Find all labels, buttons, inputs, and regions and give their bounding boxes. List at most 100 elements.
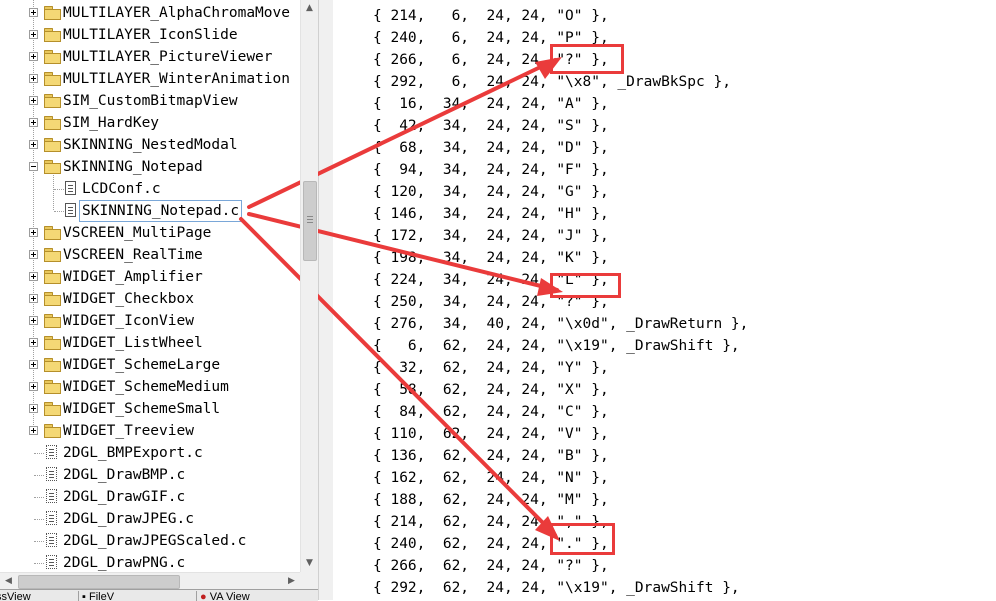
tree-folder-item[interactable]: SIM_CustomBitmapView xyxy=(0,90,300,112)
tree-item-label: LCDConf.c xyxy=(82,181,161,197)
expand-icon[interactable] xyxy=(29,404,38,413)
grip-icon xyxy=(307,216,313,217)
tree-item-label: WIDGET_Checkbox xyxy=(63,291,194,307)
tree-guide-line xyxy=(34,497,44,498)
tree-file-item[interactable]: 2DGL_DrawBMP.c xyxy=(0,464,300,486)
tree-folder-item[interactable]: WIDGET_Checkbox xyxy=(0,288,300,310)
tree-folder-item[interactable]: WIDGET_ListWheel xyxy=(0,332,300,354)
expand-icon[interactable] xyxy=(29,382,38,391)
file-icon xyxy=(46,511,57,525)
file-tree-panel: MULTILAYER_AlphaChromaMove MULTILAYER_Ico… xyxy=(0,0,318,589)
expand-icon[interactable] xyxy=(29,250,38,259)
expand-icon[interactable] xyxy=(29,316,38,325)
tree-item-label: 2DGL_DrawJPEG.c xyxy=(63,511,194,527)
tree-folder-item[interactable]: WIDGET_IconView xyxy=(0,310,300,332)
expand-icon[interactable] xyxy=(29,426,38,435)
file-icon xyxy=(46,445,57,459)
tree-item-label: MULTILAYER_WinterAnimation xyxy=(63,71,290,87)
tree-item-label: SKINNING_NestedModal xyxy=(63,137,238,153)
folder-icon xyxy=(44,116,61,130)
scroll-down-icon[interactable]: ▼ xyxy=(301,555,318,572)
tree-folder-item[interactable]: SKINNING_Notepad xyxy=(0,156,300,178)
tree-folder-item[interactable]: VSCREEN_RealTime xyxy=(0,244,300,266)
expand-icon[interactable] xyxy=(29,272,38,281)
code-editor[interactable]: { 214, 6, 24, 24, "O" },{ 240, 6, 24, 24… xyxy=(333,0,996,600)
folder-icon xyxy=(44,160,61,174)
tree-item-label: MULTILAYER_PictureViewer xyxy=(63,49,273,65)
tree-folder-item[interactable]: WIDGET_Treeview xyxy=(0,420,300,442)
expand-icon[interactable] xyxy=(29,294,38,303)
expand-icon[interactable] xyxy=(29,30,38,39)
tree-file-item[interactable]: SKINNING_Notepad.c xyxy=(0,200,300,222)
tree-folder-item[interactable]: MULTILAYER_IconSlide xyxy=(0,24,300,46)
code-line: { 16, 34, 24, 24, "A" }, xyxy=(373,96,609,112)
file-icon xyxy=(46,489,57,503)
tree-file-item[interactable]: 2DGL_BMPExport.c xyxy=(0,442,300,464)
tree-item-label: 2DGL_DrawBMP.c xyxy=(63,467,186,483)
tree-guide-line xyxy=(34,475,44,476)
code-line: { 172, 34, 24, 24, "J" }, xyxy=(373,228,609,244)
scroll-right-icon[interactable]: ▶ xyxy=(283,573,300,590)
tree-item-label: WIDGET_Treeview xyxy=(63,423,194,439)
tree-file-item[interactable]: LCDConf.c xyxy=(0,178,300,200)
tree-item-label: VSCREEN_RealTime xyxy=(63,247,203,263)
code-line: { 68, 34, 24, 24, "D" }, xyxy=(373,140,609,156)
folder-icon xyxy=(44,72,61,86)
tree-horizontal-scrollbar[interactable]: ◀ ▶ xyxy=(0,572,300,590)
expand-icon[interactable] xyxy=(29,228,38,237)
folder-icon xyxy=(44,424,61,438)
tree-item-label: MULTILAYER_AlphaChromaMove xyxy=(63,5,290,21)
tree-file-item[interactable]: 2DGL_DrawPNG.c xyxy=(0,552,300,574)
expand-icon[interactable] xyxy=(29,140,38,149)
scroll-up-icon[interactable]: ▲ xyxy=(301,0,318,17)
h-scrollbar-thumb[interactable] xyxy=(18,575,180,589)
code-line: { 198, 34, 24, 24, "K" }, xyxy=(373,250,609,266)
expand-icon[interactable] xyxy=(29,52,38,61)
tree-folder-item[interactable]: WIDGET_SchemeMedium xyxy=(0,376,300,398)
scroll-left-icon[interactable]: ◀ xyxy=(0,573,17,590)
expand-icon[interactable] xyxy=(29,8,38,17)
file-icon xyxy=(46,555,57,569)
code-line: { 292, 62, 24, 24, "\x19", _DrawShift }, xyxy=(373,580,740,596)
c-file-icon xyxy=(65,181,76,195)
tree-folder-item[interactable]: MULTILAYER_PictureViewer xyxy=(0,46,300,68)
tree-folder-item[interactable]: WIDGET_Amplifier xyxy=(0,266,300,288)
code-line: { 94, 34, 24, 24, "F" }, xyxy=(373,162,609,178)
bottom-tab-bar: ssView ▪ FileV ● VA View xyxy=(0,589,318,601)
tree-file-item[interactable]: 2DGL_DrawGIF.c xyxy=(0,486,300,508)
code-line: { 32, 62, 24, 24, "Y" }, xyxy=(373,360,609,376)
scrollbar-thumb[interactable] xyxy=(303,181,317,261)
tree-folder-item[interactable]: WIDGET_SchemeLarge xyxy=(0,354,300,376)
tree-folder-item[interactable]: VSCREEN_MultiPage xyxy=(0,222,300,244)
tree-file-item[interactable]: 2DGL_DrawJPEG.c xyxy=(0,508,300,530)
folder-icon xyxy=(44,94,61,108)
tree-item-label: WIDGET_IconView xyxy=(63,313,194,329)
panel-splitter[interactable] xyxy=(318,0,334,600)
code-line: { 292, 6, 24, 24, "\x8", _DrawBkSpc }, xyxy=(373,74,731,90)
file-icon xyxy=(46,533,57,547)
tree-file-item[interactable]: 2DGL_DrawJPEGScaled.c xyxy=(0,530,300,552)
expand-icon[interactable] xyxy=(29,338,38,347)
folder-icon xyxy=(44,314,61,328)
tree-folder-item[interactable]: MULTILAYER_WinterAnimation xyxy=(0,68,300,90)
folder-icon xyxy=(44,138,61,152)
expand-icon[interactable] xyxy=(29,74,38,83)
folder-icon xyxy=(44,6,61,20)
tree-item-label: MULTILAYER_IconSlide xyxy=(63,27,238,43)
highlight-box-1 xyxy=(550,44,624,74)
collapse-icon[interactable] xyxy=(29,162,38,171)
expand-icon[interactable] xyxy=(29,360,38,369)
tree-folder-item[interactable]: WIDGET_SchemeSmall xyxy=(0,398,300,420)
code-line: { 58, 62, 24, 24, "X" }, xyxy=(373,382,609,398)
expand-icon[interactable] xyxy=(29,96,38,105)
file-icon xyxy=(46,467,57,481)
expand-icon[interactable] xyxy=(29,118,38,127)
code-line: { 42, 34, 24, 24, "S" }, xyxy=(373,118,609,134)
tree-folder-item[interactable]: SKINNING_NestedModal xyxy=(0,134,300,156)
tree-folder-item[interactable]: SIM_HardKey xyxy=(0,112,300,134)
tree-guide-line xyxy=(34,453,44,454)
c-file-icon xyxy=(65,203,76,217)
tree-item-label: 2DGL_BMPExport.c xyxy=(63,445,203,461)
tree-folder-item[interactable]: MULTILAYER_AlphaChromaMove xyxy=(0,2,300,24)
tree-vertical-scrollbar[interactable]: ▲ ▼ xyxy=(300,0,318,572)
